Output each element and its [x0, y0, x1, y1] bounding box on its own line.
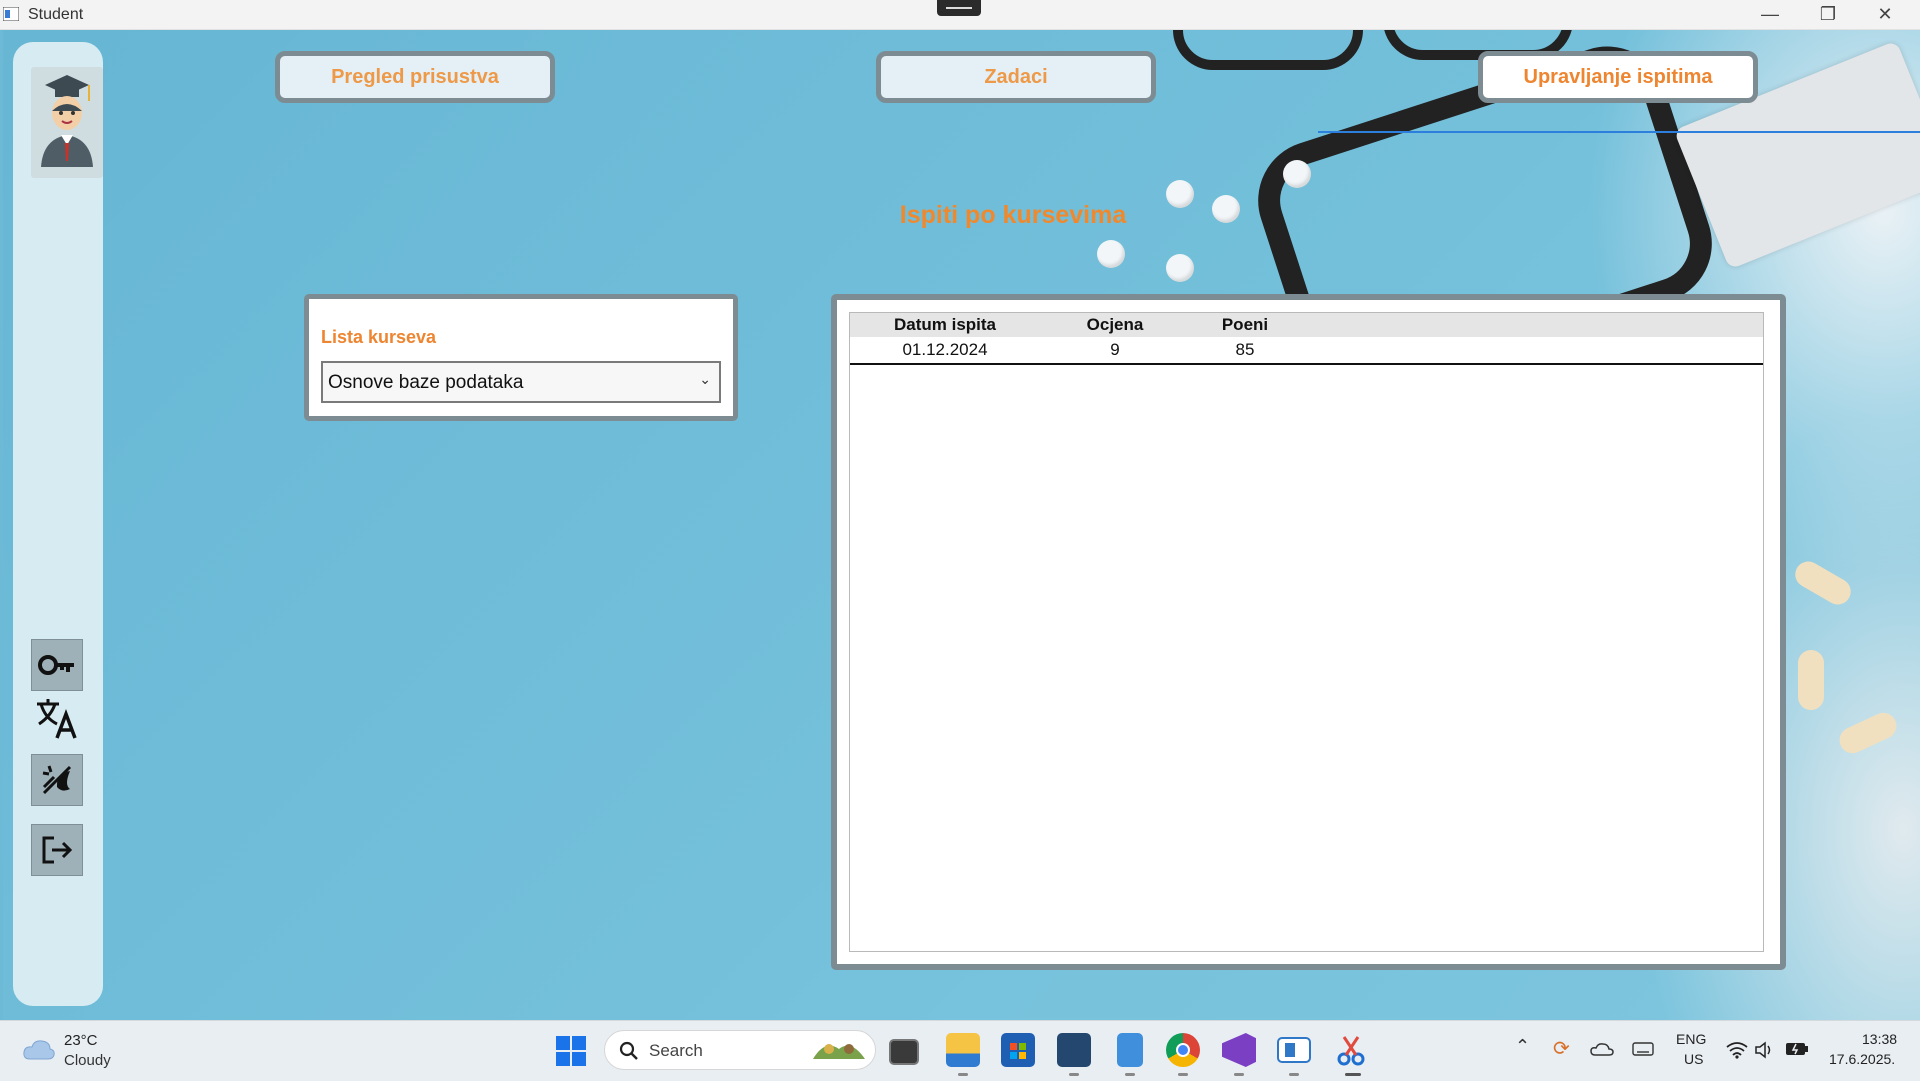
change-password-button[interactable]: [31, 639, 83, 691]
theme-toggle-button[interactable]: [31, 754, 83, 806]
course-panel: Lista kurseva Osnove baze podataka ⌄: [304, 294, 738, 421]
speaker-icon[interactable]: [1755, 1041, 1775, 1059]
background-pill: [1283, 160, 1311, 188]
table-row[interactable]: 01.12.2024 9 85: [850, 337, 1763, 365]
exam-date-cell: 01.12.2024: [902, 340, 988, 359]
sidebar: [13, 42, 103, 1006]
background-pill: [1097, 240, 1125, 268]
onedrive-icon[interactable]: [1590, 1041, 1614, 1057]
background-pill: [1166, 254, 1194, 282]
background-glasses: [1173, 30, 1363, 70]
clock-time[interactable]: 13:38: [1862, 1031, 1897, 1047]
sync-icon[interactable]: ⟳: [1553, 1036, 1570, 1061]
taskbar-search[interactable]: Search: [604, 1030, 876, 1070]
input-region[interactable]: US: [1684, 1051, 1703, 1067]
keyboard-icon[interactable]: [1632, 1042, 1654, 1056]
search-highlight-icon: [813, 1044, 865, 1059]
maximize-button[interactable]: ❐: [1805, 0, 1851, 29]
exam-points-cell: 85: [1235, 340, 1255, 359]
search-icon: [619, 1041, 638, 1060]
taskbar: 23°C Cloudy Search ⌃ ⟳ ENG US 13:38 17.6…: [0, 1020, 1920, 1081]
course-select-value: Osnove baze podataka: [328, 372, 524, 393]
chevron-down-icon: ⌄: [699, 371, 711, 387]
exam-grade-cell: 9: [1110, 340, 1120, 359]
weather-temperature[interactable]: 23°C: [64, 1032, 98, 1049]
notepad-icon[interactable]: [1117, 1033, 1143, 1067]
column-header-grade[interactable]: Ocjena: [1055, 315, 1175, 335]
visual-studio-icon[interactable]: [1222, 1033, 1256, 1067]
weather-cloud-icon[interactable]: [22, 1037, 56, 1061]
course-list-label: Lista kurseva: [321, 327, 437, 347]
student-avatar-icon: [31, 67, 103, 178]
chrome-icon[interactable]: [1166, 1033, 1200, 1067]
wifi-icon[interactable]: [1726, 1041, 1748, 1059]
page-title: Ispiti po kursevima: [899, 201, 1127, 229]
tab-exams[interactable]: Upravljanje ispitima: [1478, 51, 1758, 103]
tab-attendance[interactable]: Pregled prisustva: [275, 51, 555, 103]
app-content: Pregled prisustva Zadaci Upravljanje isp…: [3, 30, 1920, 1020]
background-capsule: [1835, 708, 1901, 758]
running-indicator: [1345, 1073, 1361, 1076]
microsoft-store-icon[interactable]: [1001, 1033, 1035, 1067]
weather-description[interactable]: Cloudy: [64, 1052, 111, 1069]
running-indicator: [958, 1073, 968, 1076]
exams-panel: Datum ispita Ocjena Poeni 01.12.2024 9 8…: [831, 294, 1786, 970]
remote-desktop-icon[interactable]: [1277, 1037, 1311, 1063]
translate-icon: [37, 699, 77, 739]
active-tab-indicator: [1318, 131, 1920, 133]
window-drag-handle[interactable]: [937, 0, 981, 16]
snipping-tool-icon[interactable]: [1334, 1033, 1368, 1067]
background-capsule: [1798, 650, 1824, 710]
terminal-icon[interactable]: [889, 1039, 919, 1065]
file-explorer-icon[interactable]: [946, 1033, 980, 1067]
running-indicator: [1178, 1073, 1188, 1076]
sql-server-icon[interactable]: [1057, 1033, 1091, 1067]
key-icon: [38, 655, 74, 675]
chevron-up-icon[interactable]: ⌃: [1515, 1036, 1530, 1057]
logout-icon: [42, 836, 73, 864]
course-select[interactable]: Osnove baze podataka ⌄: [321, 361, 721, 403]
battery-icon[interactable]: [1785, 1042, 1809, 1056]
minimize-button[interactable]: —: [1747, 0, 1793, 29]
window-title: Student: [28, 6, 84, 23]
tab-tasks[interactable]: Zadaci: [876, 51, 1156, 103]
close-button[interactable]: ✕: [1862, 0, 1908, 29]
exams-table[interactable]: Datum ispita Ocjena Poeni 01.12.2024 9 8…: [849, 312, 1764, 952]
background-pill: [1212, 195, 1240, 223]
column-header-points[interactable]: Poeni: [1190, 315, 1300, 335]
search-placeholder: Search: [649, 1041, 703, 1060]
app-icon: [3, 7, 19, 21]
running-indicator: [1289, 1073, 1299, 1076]
windows-start-icon[interactable]: [556, 1036, 586, 1066]
running-indicator: [1234, 1073, 1244, 1076]
logout-button[interactable]: [31, 824, 83, 876]
change-language-button[interactable]: [31, 692, 83, 744]
input-language[interactable]: ENG: [1676, 1031, 1706, 1047]
theme-toggle-icon: [42, 765, 72, 795]
column-header-date[interactable]: Datum ispita: [870, 315, 1020, 335]
running-indicator: [1069, 1073, 1079, 1076]
background-capsule: [1790, 556, 1856, 610]
table-header: Datum ispita Ocjena Poeni: [850, 313, 1763, 337]
running-indicator: [1125, 1073, 1135, 1076]
window-titlebar: Student — ❐ ✕: [0, 0, 1920, 30]
clock-date[interactable]: 17.6.2025.: [1829, 1051, 1895, 1067]
